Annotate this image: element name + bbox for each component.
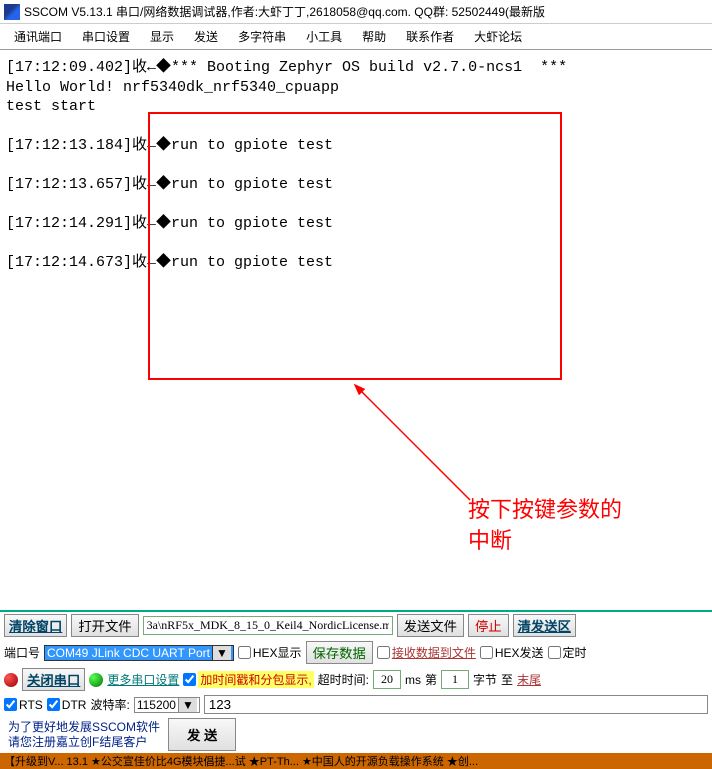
log-line: Hello World! nrf5340dk_nrf5340_cpuapp bbox=[6, 79, 339, 96]
clear-send-button[interactable]: 清发送区 bbox=[513, 614, 576, 637]
close-port-button[interactable]: 关闭串口 bbox=[22, 668, 85, 691]
stop-button[interactable]: 停止 bbox=[468, 614, 509, 637]
menu-forum[interactable]: 大虾论坛 bbox=[464, 26, 532, 47]
refresh-icon[interactable] bbox=[89, 673, 103, 687]
timestamp-checkbox[interactable]: 加时间戳和分包显示, bbox=[183, 671, 313, 688]
menu-multi[interactable]: 多字符串 bbox=[228, 26, 296, 47]
file-path-input[interactable] bbox=[143, 616, 393, 635]
menu-display[interactable]: 显示 bbox=[140, 26, 184, 47]
menu-comm[interactable]: 通讯端口 bbox=[4, 26, 72, 47]
terminal-output[interactable]: [17:12:09.402]收←◆*** Booting Zephyr OS b… bbox=[0, 50, 712, 610]
log-line: [17:12:13.184]收←◆run to gpiote test bbox=[6, 137, 333, 154]
baud-label: 波特率: bbox=[90, 696, 129, 713]
timeout-input[interactable] bbox=[373, 670, 401, 689]
timed-checkbox[interactable]: 定时 bbox=[548, 644, 587, 661]
chevron-down-icon: ▼ bbox=[178, 698, 197, 712]
rts-checkbox[interactable]: RTS bbox=[4, 698, 43, 712]
send-file-button[interactable]: 发送文件 bbox=[397, 614, 464, 637]
log-line: [17:12:14.673]收←◆run to gpiote test bbox=[6, 254, 333, 271]
menu-contact[interactable]: 联系作者 bbox=[396, 26, 464, 47]
hex-display-checkbox[interactable]: HEX显示 bbox=[238, 644, 302, 661]
window-title: SSCOM V5.13.1 串口/网络数据调试器,作者:大虾丁丁,2618058… bbox=[24, 3, 545, 20]
timeout-label: 超时时间: bbox=[318, 671, 369, 688]
annotation-text: 按下按键参数的 中断 bbox=[468, 495, 622, 557]
port-label: 端口号 bbox=[4, 644, 40, 661]
dtr-checkbox[interactable]: DTR bbox=[47, 698, 87, 712]
log-line: [17:12:09.402]收←◆*** Booting Zephyr OS b… bbox=[6, 59, 567, 76]
recv-to-file-checkbox[interactable]: 接收数据到文件 bbox=[377, 644, 476, 661]
more-settings-link[interactable]: 更多串口设置 bbox=[107, 671, 179, 688]
log-line: [17:12:14.291]收←◆run to gpiote test bbox=[6, 215, 333, 232]
send-button[interactable]: 发 送 bbox=[168, 718, 236, 751]
chevron-down-icon: ▼ bbox=[212, 646, 231, 660]
clear-window-button[interactable]: 清除窗口 bbox=[4, 614, 67, 637]
baud-dropdown[interactable]: 115200 ▼ bbox=[134, 697, 200, 713]
open-file-button[interactable]: 打开文件 bbox=[71, 614, 138, 637]
menubar: 通讯端口 串口设置 显示 发送 多字符串 小工具 帮助 联系作者 大虾论坛 bbox=[0, 24, 712, 50]
menu-help[interactable]: 帮助 bbox=[352, 26, 396, 47]
app-icon bbox=[4, 4, 20, 20]
footer-bar: 【升级到V... 13.1 ★公交宣佳价比4G模块倡捷...试 ★PT-Th..… bbox=[0, 753, 712, 769]
menu-send[interactable]: 发送 bbox=[184, 26, 228, 47]
save-data-button[interactable]: 保存数据 bbox=[306, 641, 373, 664]
status-led-icon bbox=[4, 673, 18, 687]
port-dropdown[interactable]: COM49 JLink CDC UART Port ▼ bbox=[44, 645, 234, 661]
log-line: test start bbox=[6, 98, 96, 115]
page-input[interactable] bbox=[441, 670, 469, 689]
menu-serial[interactable]: 串口设置 bbox=[72, 26, 140, 47]
send-data-input[interactable] bbox=[204, 695, 708, 714]
menu-tools[interactable]: 小工具 bbox=[296, 26, 352, 47]
hex-send-checkbox[interactable]: HEX发送 bbox=[480, 644, 544, 661]
log-line: [17:12:13.657]收←◆run to gpiote test bbox=[6, 176, 333, 193]
